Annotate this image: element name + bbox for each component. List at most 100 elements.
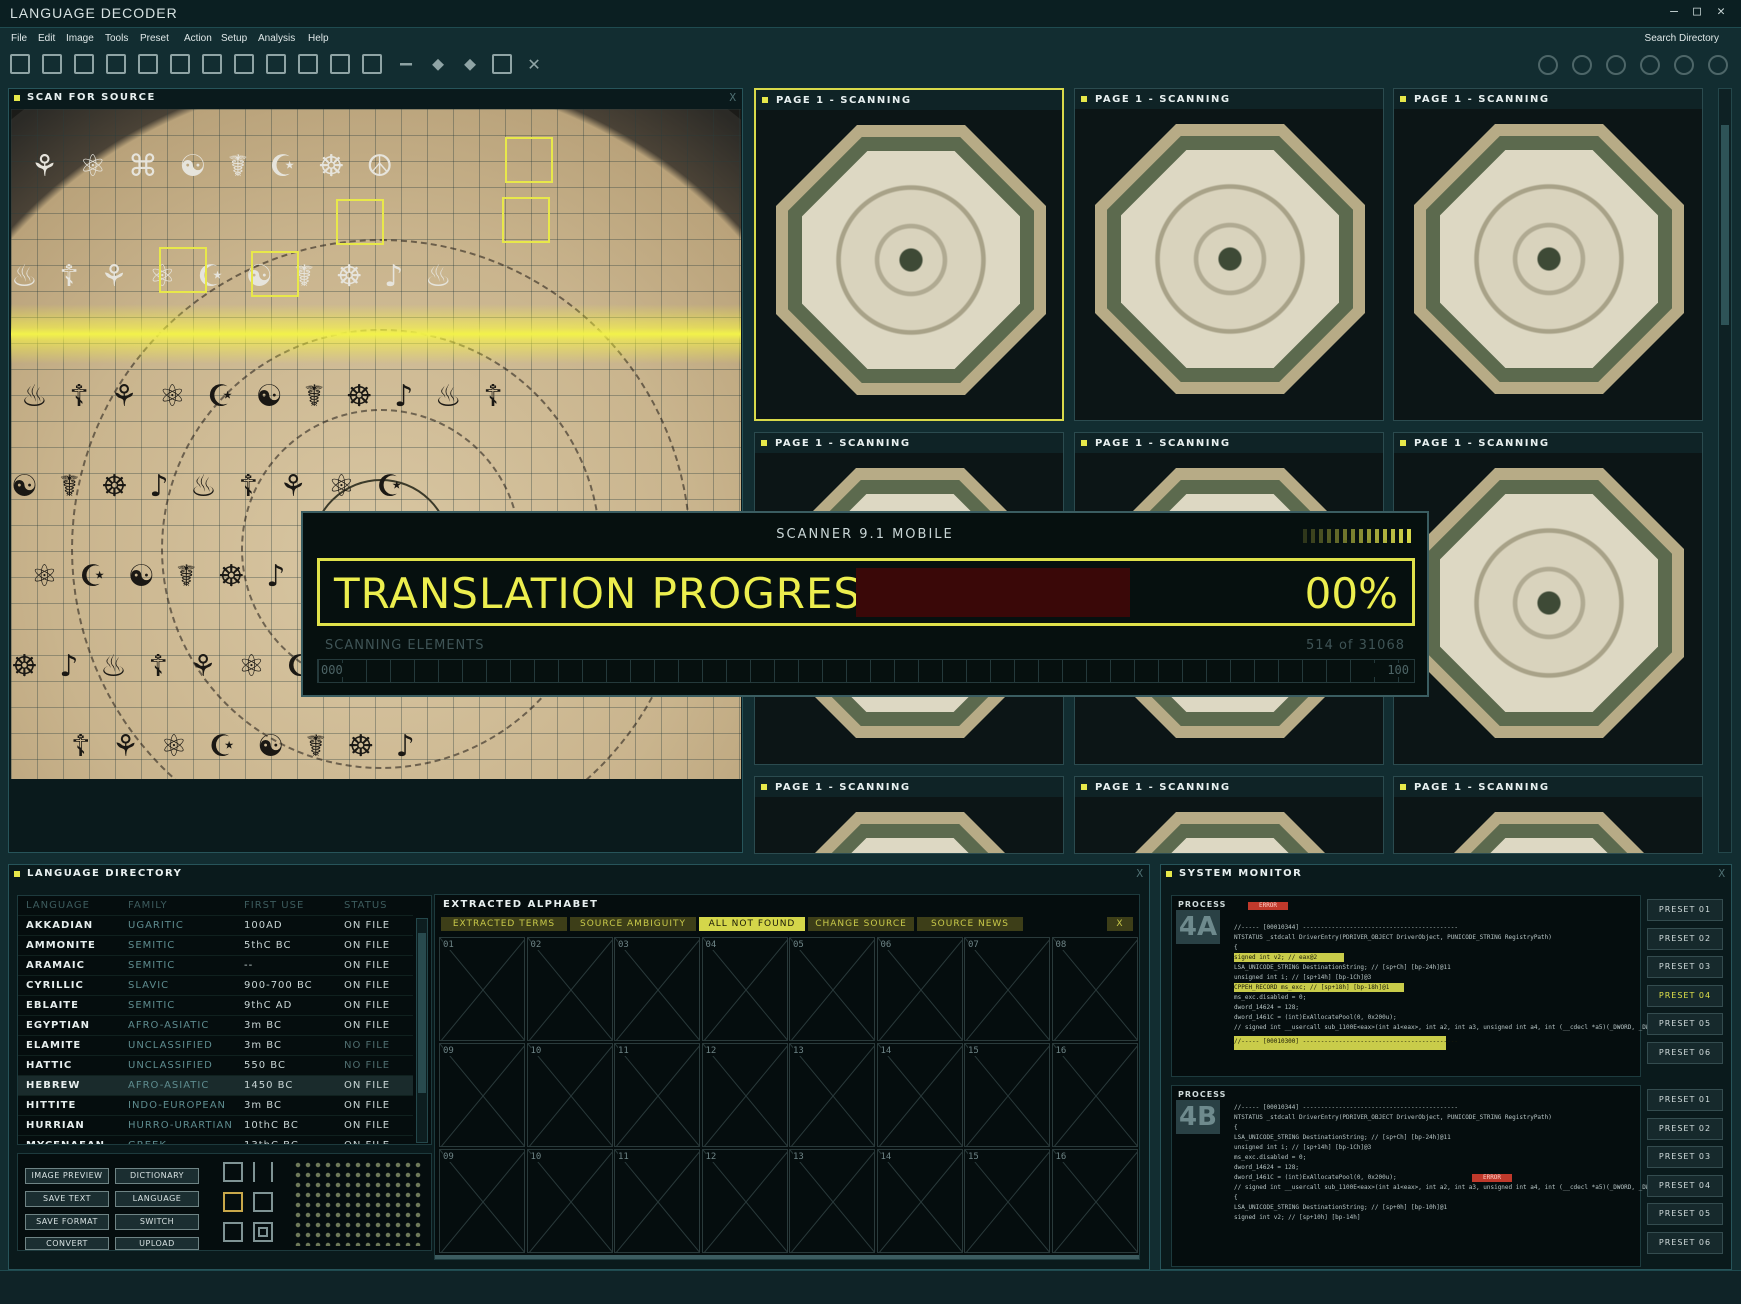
alphabet-cell[interactable]: 04 [701, 937, 788, 1041]
preset-button[interactable]: PRESET 01 [1647, 1089, 1723, 1111]
page-thumbnail[interactable]: PAGE 1 - SCANNING [1393, 776, 1703, 854]
preset-button[interactable]: PRESET 01 [1647, 899, 1723, 921]
alphabet-cell[interactable]: 11 [614, 1149, 700, 1253]
tool-circle-icon[interactable] [1708, 55, 1728, 75]
alphabet-cell[interactable]: 12 [701, 1043, 788, 1147]
tool-expand-icon[interactable] [266, 54, 286, 74]
table-row[interactable]: EGYPTIAN AFRO-ASIATIC 3m BC ON FILE [18, 1016, 413, 1036]
alphabet-cell[interactable]: 02 [526, 937, 613, 1041]
alphabet-cell[interactable]: 05 [789, 937, 875, 1041]
save-format-button[interactable]: SAVE FORMAT [25, 1214, 109, 1230]
preset-button[interactable]: PRESET 04 [1647, 984, 1723, 1007]
tool-circle-icon[interactable] [1538, 55, 1558, 75]
alphabet-cell[interactable]: 15 [964, 1149, 1050, 1253]
scrollbar-thumb[interactable] [418, 933, 426, 1093]
alphabet-cell[interactable]: 12 [701, 1149, 788, 1253]
table-row[interactable]: ARAMAIC SEMITIC -- ON FILE [18, 956, 413, 976]
tool-frame-icon[interactable] [10, 54, 30, 74]
switch-button[interactable]: SWITCH [115, 1214, 199, 1230]
alphabet-cell[interactable]: 07 [964, 937, 1050, 1041]
tool-frame-icon[interactable] [74, 54, 94, 74]
table-row[interactable]: HATTIC UNCLASSIFIED 550 BC NO FILE [18, 1056, 413, 1076]
table-row[interactable]: EBLAITE SEMITIC 9thC AD ON FILE [18, 996, 413, 1016]
tool-expand-icon[interactable] [298, 54, 318, 74]
bracket-icon[interactable] [223, 1192, 243, 1212]
page-thumbnail[interactable]: PAGE 1 - SCANNING [1074, 88, 1384, 421]
tool-circle-icon[interactable] [1674, 55, 1694, 75]
column-header[interactable]: LANGUAGE [26, 900, 90, 911]
menu-edit[interactable]: Edit [38, 33, 55, 44]
tool-circle-icon[interactable] [1572, 55, 1592, 75]
table-row[interactable]: AMMONITE SEMITIC 5thC BC ON FILE [18, 936, 413, 956]
pause-icon[interactable] [253, 1162, 273, 1182]
glyph-selection-box[interactable] [159, 247, 207, 293]
menu-tools[interactable]: Tools [105, 33, 128, 44]
language-button[interactable]: LANGUAGE [115, 1191, 199, 1207]
alphabet-cell[interactable]: 13 [789, 1149, 875, 1253]
menu-action[interactable]: Action [184, 33, 212, 44]
image-preview-button[interactable]: IMAGE PREVIEW [25, 1168, 109, 1184]
alphabet-cell[interactable]: 09 [439, 1043, 525, 1147]
preset-button[interactable]: PRESET 04 [1647, 1174, 1723, 1197]
alphabet-cell[interactable]: 06 [876, 937, 963, 1041]
preset-button[interactable]: PRESET 05 [1647, 1203, 1723, 1225]
preset-button[interactable]: PRESET 03 [1647, 1146, 1723, 1168]
alphabet-cell[interactable]: 14 [876, 1043, 963, 1147]
tool-frame-icon[interactable] [106, 54, 126, 74]
target-icon[interactable] [253, 1222, 273, 1242]
column-header[interactable]: STATUS [344, 900, 388, 911]
save-text-button[interactable]: SAVE TEXT [25, 1191, 109, 1207]
dictionary-button[interactable]: DICTIONARY [115, 1168, 199, 1184]
close-tabs-button[interactable]: X [1107, 917, 1133, 931]
column-header[interactable]: FIRST USE [244, 900, 304, 911]
menu-file[interactable]: File [11, 33, 27, 44]
glyph-selection-box[interactable] [336, 199, 384, 245]
thumbnail-scrollbar[interactable] [1718, 88, 1732, 853]
tool-target-icon[interactable] [362, 54, 382, 74]
upload-button[interactable]: UPLOAD [115, 1237, 199, 1250]
tab-all-not-found[interactable]: ALL NOT FOUND [699, 917, 805, 931]
table-row[interactable]: ELAMITE UNCLASSIFIED 3m BC NO FILE [18, 1036, 413, 1056]
tool-target-icon[interactable] [330, 54, 350, 74]
tab-extracted-terms[interactable]: EXTRACTED TERMS [441, 917, 567, 931]
tool-window-icon[interactable] [492, 54, 512, 74]
preset-button[interactable]: PRESET 02 [1647, 1117, 1723, 1140]
alphabet-cell[interactable]: 16 [1051, 1149, 1138, 1253]
table-row[interactable]: MYCENAEAN GREEK 13thC BC ON FILE [18, 1136, 413, 1144]
menu-analysis[interactable]: Analysis [258, 33, 295, 44]
menu-help[interactable]: Help [308, 33, 329, 44]
preset-button[interactable]: PRESET 02 [1647, 927, 1723, 950]
glyph-selection-box[interactable] [502, 197, 550, 243]
alphabet-cell[interactable]: 03 [614, 937, 700, 1041]
tab-source-ambiguity[interactable]: SOURCE AMBIGUITY [570, 917, 696, 931]
close-panel-button[interactable]: X [1136, 867, 1143, 880]
convert-button[interactable]: CONVERT [25, 1237, 109, 1250]
tool-frame-icon[interactable] [138, 54, 158, 74]
page-thumbnail[interactable]: PAGE 1 - SCANNING [754, 776, 1064, 854]
close-panel-button[interactable]: X [729, 91, 736, 104]
glyph-selection-box[interactable] [505, 137, 553, 183]
tool-expand-icon[interactable] [234, 54, 254, 74]
tool-diamond-icon[interactable]: ◆ [428, 51, 448, 75]
preset-button[interactable]: PRESET 06 [1647, 1231, 1723, 1254]
table-row[interactable]: HEBREW AFRO-ASIATIC 1450 BC ON FILE [18, 1076, 413, 1096]
alphabet-cell[interactable]: 13 [789, 1043, 875, 1147]
tool-circle-icon[interactable] [1640, 55, 1660, 75]
column-header[interactable]: FAMILY [128, 900, 168, 911]
page-thumbnail[interactable]: PAGE 1 - SCANNING [1393, 432, 1703, 765]
collapse-icon[interactable] [253, 1192, 273, 1212]
table-row[interactable]: HURRIAN HURRO-URARTIAN 10thC BC ON FILE [18, 1116, 413, 1136]
table-row[interactable]: AKKADIAN UGARITIC 100AD ON FILE [18, 916, 413, 936]
tool-line-icon[interactable]: — [396, 51, 416, 75]
maximize-icon[interactable]: □ [1686, 4, 1708, 22]
page-thumbnail[interactable]: PAGE 1 - SCANNING [754, 88, 1064, 421]
page-thumbnail[interactable]: PAGE 1 - SCANNING [1393, 88, 1703, 421]
tool-expand-icon[interactable] [202, 54, 222, 74]
glyph-selection-box[interactable] [251, 251, 299, 297]
tool-diamond-icon[interactable]: ◆ [460, 51, 480, 75]
alphabet-cell[interactable]: 09 [439, 1149, 525, 1253]
minimize-icon[interactable]: — [1663, 4, 1685, 22]
table-row[interactable]: HITTITE INDO-EUROPEAN 3m BC ON FILE [18, 1096, 413, 1116]
expand-icon[interactable] [223, 1162, 243, 1182]
dot-matrix-grid[interactable] [293, 1160, 425, 1246]
